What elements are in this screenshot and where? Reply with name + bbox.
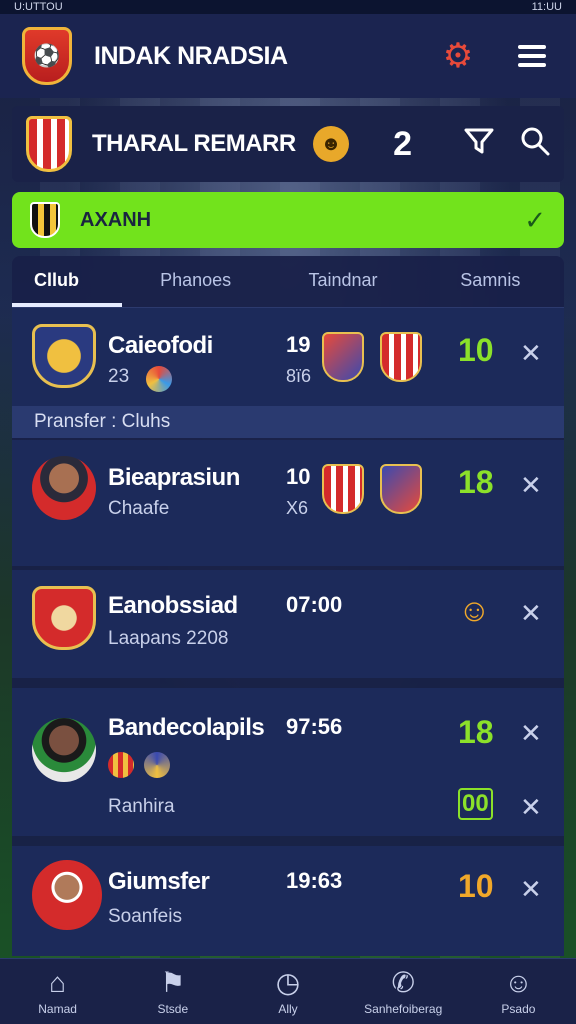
club-crest-icon: [32, 586, 96, 650]
nav-label: Ally: [278, 1001, 298, 1016]
team-a-crest-icon: [322, 464, 364, 514]
club-crest-icon: ⚽: [22, 27, 72, 85]
search-icon[interactable]: [520, 126, 550, 163]
tab-bar: Cllub Phanoes Taindnar Samnis: [12, 256, 564, 308]
row-sub: Laapans 2208: [108, 628, 229, 649]
flag-icon: ⚑: [160, 966, 186, 998]
filter-icon[interactable]: [464, 127, 494, 162]
player-avatar: [32, 860, 102, 930]
menu-line: [518, 63, 546, 67]
row-title: Bandecolapils: [108, 714, 265, 741]
app-title: INDAK NRADSIA: [94, 41, 288, 70]
gear-icon[interactable]: ⚙: [436, 34, 480, 78]
nav-profile[interactable]: ☺ Psado: [461, 959, 576, 1024]
score: 18: [458, 464, 494, 500]
row-title: Eanobssiad: [108, 592, 238, 619]
team-b-crest-icon: [380, 332, 422, 382]
remove-icon[interactable]: ✕: [520, 598, 542, 629]
row-time: 07:00: [286, 592, 343, 617]
player-avatar: [32, 456, 96, 520]
row-sub: Soanfeis: [108, 906, 182, 927]
nav-label: Stsde: [157, 1001, 189, 1016]
menu-line: [518, 45, 546, 49]
remove-icon[interactable]: ✕: [520, 874, 542, 905]
score: 18: [458, 714, 494, 750]
score: 10: [458, 868, 494, 904]
tab-taindnar[interactable]: Taindnar: [269, 270, 416, 307]
row-sub-number: 8ï6: [286, 366, 312, 386]
player-avatar: [32, 718, 96, 782]
row-sub: Chaafe: [108, 498, 170, 519]
nav-label: Sanhefoiberag: [364, 1001, 443, 1016]
banner-crest-icon: [30, 202, 60, 238]
notification-count[interactable]: 2: [393, 125, 412, 164]
section-label: Pransfer : Cluhs: [12, 406, 564, 438]
team-name: THARAL REMARR: [92, 130, 296, 157]
bottom-nav: ⌂ Namad ⚑ Stsde ◷ Ally ✆ Sanhefoiberag ☺…: [0, 958, 576, 1024]
menu-button[interactable]: [510, 34, 554, 78]
status-bar: U:UTTOU 11:UU: [0, 0, 576, 14]
team-bar: THARAL REMARR ☻ 2: [12, 106, 564, 182]
list-item[interactable]: Eanobssiad Laapans 2208 07:00 ☺ ✕: [12, 570, 564, 678]
row-title: Giumsfer: [108, 868, 210, 895]
team-a-crest-icon: [322, 332, 364, 382]
ball-icon: [146, 366, 172, 392]
tab-phanoes[interactable]: Phanoes: [122, 270, 269, 307]
remove-icon[interactable]: ✕: [520, 338, 542, 369]
menu-line: [518, 54, 546, 58]
nav-label: Namad: [38, 1001, 77, 1016]
tab-samnis[interactable]: Samnis: [417, 270, 564, 307]
content-panel: Cllub Phanoes Taindnar Samnis Caieofodi …: [12, 256, 564, 956]
nav-transfers[interactable]: ✆ Sanhefoiberag: [346, 959, 461, 1024]
clock-icon: ◷: [275, 966, 301, 998]
remove-icon[interactable]: ✕: [520, 792, 542, 823]
row-title: Caieofodi: [108, 332, 213, 359]
phone-icon: ✆: [391, 966, 415, 998]
nav-home[interactable]: ⌂ Namad: [0, 959, 115, 1024]
list-item[interactable]: Caieofodi 23 19 8ï6 10 ✕: [12, 308, 564, 406]
status-icon: ☺: [458, 592, 491, 628]
home-icon: ⌂: [49, 966, 67, 998]
status-right: 11:UU: [531, 1, 562, 13]
banner-label: AXANH: [80, 208, 152, 231]
row-time: 97:56: [286, 714, 343, 739]
nav-stats[interactable]: ⚑ Stsde: [115, 959, 230, 1024]
team-b-crest-icon: [380, 464, 422, 514]
remove-icon[interactable]: ✕: [520, 470, 542, 501]
nav-schedule[interactable]: ◷ Ally: [230, 959, 345, 1024]
row-time: 19:63: [286, 868, 343, 893]
row-number: 10: [286, 464, 311, 489]
club-crest-icon: [32, 324, 96, 388]
row-sub: Ranhira: [108, 796, 175, 817]
status-left: U:UTTOU: [14, 1, 63, 13]
remove-icon[interactable]: ✕: [520, 718, 542, 749]
check-icon[interactable]: ✓: [524, 205, 546, 236]
league-banner[interactable]: AXANH ✓: [12, 192, 564, 248]
row-title: Bieaprasiun: [108, 464, 240, 491]
tab-club[interactable]: Cllub: [12, 270, 122, 307]
list-item[interactable]: Bieaprasiun Chaafe 10 X6 18 ✕: [12, 440, 564, 566]
app-header: ⚽ INDAK NRADSIA ⚙: [0, 14, 576, 98]
row-sub: 23: [108, 366, 130, 387]
row-number: 19: [286, 332, 311, 357]
nav-label: Psado: [501, 1001, 536, 1016]
score-secondary: 00: [458, 788, 493, 820]
profile-icon: ☺: [504, 966, 533, 998]
list-item[interactable]: Giumsfer Soanfeis 19:63 10 ✕: [12, 846, 564, 956]
list-item[interactable]: Bandecolapils Ranhira 97:56 18 00 ✕ ✕: [12, 688, 564, 836]
team-badge-icon: [108, 752, 134, 778]
score: 10: [458, 332, 494, 368]
team-crest-icon: [26, 116, 72, 172]
team-badge-icon: [144, 752, 170, 778]
row-sub-number: X6: [286, 498, 309, 518]
coin-icon[interactable]: ☻: [313, 126, 350, 162]
